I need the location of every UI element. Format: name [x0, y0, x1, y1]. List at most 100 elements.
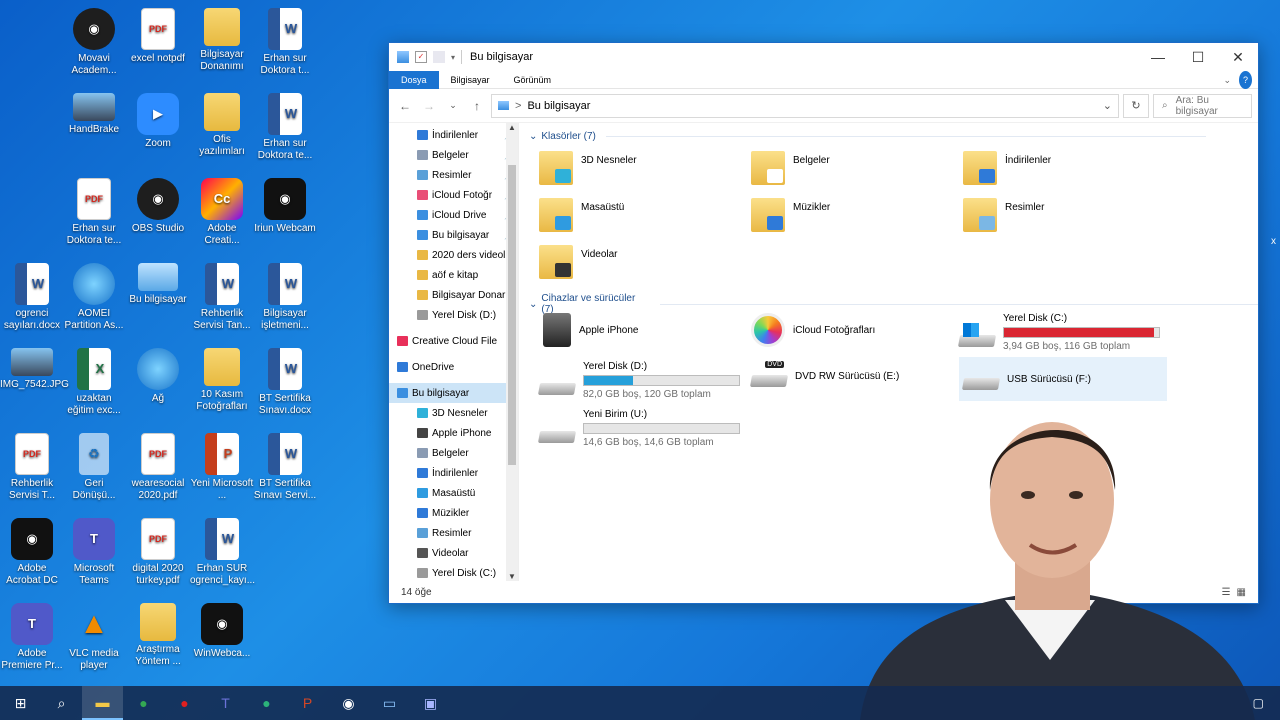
taskbar-edge-icon[interactable]: ● [246, 686, 287, 720]
drive-tile[interactable]: Apple iPhone [539, 313, 639, 347]
tab-bilgisayar[interactable]: Bilgisayar [439, 71, 502, 89]
breadcrumb-current[interactable]: Bu bilgisayar [527, 100, 590, 112]
new-folder-icon[interactable] [433, 51, 445, 63]
desktop-icon[interactable]: Ofis yazılımları [190, 93, 254, 158]
taskbar-chrome-icon[interactable]: ● [123, 686, 164, 720]
folder-tile[interactable]: Resimler [963, 198, 1044, 232]
drive-tile[interactable]: iCloud Fotoğrafları [751, 313, 875, 347]
nav-item[interactable]: Belgeler📌 [389, 145, 518, 165]
taskbar-file-explorer-icon[interactable]: ▬ [82, 686, 123, 720]
up-button[interactable]: ↑ [467, 99, 487, 113]
ribbon-expand-icon[interactable]: ⌄ [1223, 71, 1231, 89]
nav-item[interactable]: Apple iPhone [389, 423, 518, 443]
desktop-icon[interactable]: HandBrake [62, 93, 126, 136]
nav-item[interactable]: Bu bilgisayar [389, 383, 518, 403]
desktop-icon[interactable]: Araştırma Yöntem ... [126, 603, 190, 668]
desktop-icon[interactable]: T Microsoft Teams [62, 518, 126, 587]
help-icon[interactable]: ? [1239, 70, 1252, 89]
group-header-devices[interactable]: ⌄ Cihazlar ve sürücüler (7) [529, 293, 1258, 315]
tab-gorunum[interactable]: Görünüm [502, 71, 564, 89]
desktop-icon[interactable]: W BT Sertifika Sınavı.docx [253, 348, 317, 417]
quick-access-dropdown-icon[interactable]: ▾ [451, 53, 455, 62]
desktop-icon[interactable]: PDF Erhan sur Doktora te... [62, 178, 126, 247]
desktop-icon[interactable]: ♻ Geri Dönüşü... [62, 433, 126, 502]
forward-button[interactable]: → [419, 99, 439, 113]
desktop-icon[interactable]: Bilgisayar Donanımı [190, 8, 254, 73]
nav-item[interactable]: Yerel Disk (C:) [389, 563, 518, 581]
taskbar-obs-icon[interactable]: ◉ [328, 686, 369, 720]
nav-item[interactable]: Bilgisayar Donar [389, 285, 518, 305]
desktop-icon[interactable]: AOMEI Partition As... [62, 263, 126, 332]
desktop-icon[interactable]: 10 Kasım Fotoğrafları [190, 348, 254, 413]
folder-tile[interactable]: İndirilenler [963, 151, 1051, 185]
group-header-folders[interactable]: ⌄ Klasörler (7) [529, 131, 1206, 142]
scroll-up-icon[interactable]: ▲ [506, 123, 518, 132]
desktop-icon[interactable]: Bu bilgisayar [126, 263, 190, 306]
recent-locations-icon[interactable]: ⌄ [443, 100, 463, 111]
desktop-icon[interactable]: W Erhan sur Doktora t... [253, 8, 317, 77]
folder-tile[interactable]: Videolar [539, 245, 618, 279]
desktop-icon[interactable]: W BT Sertifika Sınavı Servi... [253, 433, 317, 502]
desktop-icon[interactable]: ◉ Adobe Acrobat DC [0, 518, 64, 587]
desktop-icon[interactable]: ▲ VLC media player [62, 603, 126, 672]
nav-item[interactable]: iCloud Drive📌 [389, 205, 518, 225]
desktop-icon[interactable]: PDF wearesocial 2020.pdf [126, 433, 190, 502]
nav-item[interactable]: Bu bilgisayar📌 [389, 225, 518, 245]
address-dropdown-icon[interactable]: ⌄ [1103, 99, 1112, 112]
taskbar-program-app-icon[interactable]: ▣ [410, 686, 451, 720]
desktop-icon[interactable]: W Rehberlik Servisi Tan... [190, 263, 254, 332]
desktop-icon[interactable]: PDF excel notpdf [126, 8, 190, 65]
drive-tile[interactable]: Yerel Disk (D:) 82,0 GB boş, 120 GB topla… [537, 361, 740, 400]
taskbar-network-app-icon[interactable]: ▭ [369, 686, 410, 720]
nav-item[interactable]: Creative Cloud File [389, 331, 518, 351]
drive-tile[interactable]: DVD DVD RW Sürücüsü (E:) [749, 361, 899, 391]
desktop-icon[interactable]: ▶ Zoom [126, 93, 190, 150]
minimize-button[interactable]: — [1138, 43, 1178, 71]
desktop-icon[interactable]: ◉ WinWebca... [190, 603, 254, 660]
nav-item[interactable]: Resimler📌 [389, 165, 518, 185]
nav-scroll-thumb[interactable] [508, 165, 516, 465]
desktop-icon[interactable]: Xuzaktan eğitim exc... [62, 348, 126, 417]
drive-tile[interactable]: Yerel Disk (C:) 3,94 GB boş, 116 GB topla… [957, 313, 1160, 352]
taskbar-search-icon[interactable]: ⌕ [41, 686, 82, 720]
nav-item[interactable]: İndirilenler📌 [389, 125, 518, 145]
folder-tile[interactable]: 3D Nesneler [539, 151, 637, 185]
folder-tile[interactable]: Müzikler [751, 198, 830, 232]
desktop-icon[interactable]: PDF digital 2020 turkey.pdf [126, 518, 190, 587]
nav-item[interactable]: Resimler [389, 523, 518, 543]
desktop-icon[interactable]: Ağ [126, 348, 190, 405]
desktop-icon[interactable]: W Erhan SUR ogrenci_kayı... [190, 518, 255, 587]
scroll-down-icon[interactable]: ▼ [506, 572, 518, 581]
nav-item[interactable]: Masaüstü [389, 483, 518, 503]
tab-dosya[interactable]: Dosya [389, 70, 439, 89]
desktop-icon[interactable]: T Adobe Premiere Pr... [0, 603, 64, 672]
nav-item[interactable]: 2020 ders videol [389, 245, 518, 265]
desktop-icon[interactable]: P Yeni Microsoft ... [190, 433, 254, 502]
nav-item[interactable]: Müzikler [389, 503, 518, 523]
close-button[interactable]: ✕ [1218, 43, 1258, 71]
notification-icon[interactable]: ▢ [1253, 696, 1264, 710]
desktop-icon[interactable]: ◉ Iriun Webcam [253, 178, 317, 235]
taskbar-powerpoint-icon[interactable]: P [287, 686, 328, 720]
desktop-icon[interactable]: W Erhan sur Doktora te... [253, 93, 317, 162]
desktop-icon[interactable]: Cc Adobe Creati... [190, 178, 254, 247]
nav-scrollbar[interactable]: ▲ ▼ [506, 123, 518, 581]
desktop-icon[interactable]: ◉ OBS Studio [126, 178, 190, 235]
desktop-icon[interactable]: Wogrenci sayıları.docx [0, 263, 64, 332]
folder-tile[interactable]: Belgeler [751, 151, 830, 185]
maximize-button[interactable]: ☐ [1178, 43, 1218, 71]
nav-item[interactable]: iCloud Fotoğr📌 [389, 185, 518, 205]
folder-tile[interactable]: Masaüstü [539, 198, 624, 232]
taskbar-start-icon[interactable]: ⊞ [0, 686, 41, 720]
address-bar[interactable]: > Bu bilgisayar ⌄ [491, 93, 1119, 118]
desktop-icon[interactable]: PDF Rehberlik Servisi T... [0, 433, 64, 502]
desktop-icon[interactable]: IMG_7542.JPG [0, 348, 69, 391]
nav-item[interactable]: aöf e kitap [389, 265, 518, 285]
taskbar-teams-icon[interactable]: T [205, 686, 246, 720]
search-box[interactable]: ⌕ Ara: Bu bilgisayar [1153, 93, 1252, 118]
desktop-icon[interactable]: ◉ Movavi Academ... [62, 8, 126, 77]
properties-icon[interactable]: ✓ [415, 51, 427, 63]
drive-tile[interactable]: Yeni Birim (U:) 14,6 GB boş, 14,6 GB topl… [537, 409, 740, 448]
nav-item[interactable]: 3D Nesneler [389, 403, 518, 423]
taskbar-opera-icon[interactable]: ● [164, 686, 205, 720]
